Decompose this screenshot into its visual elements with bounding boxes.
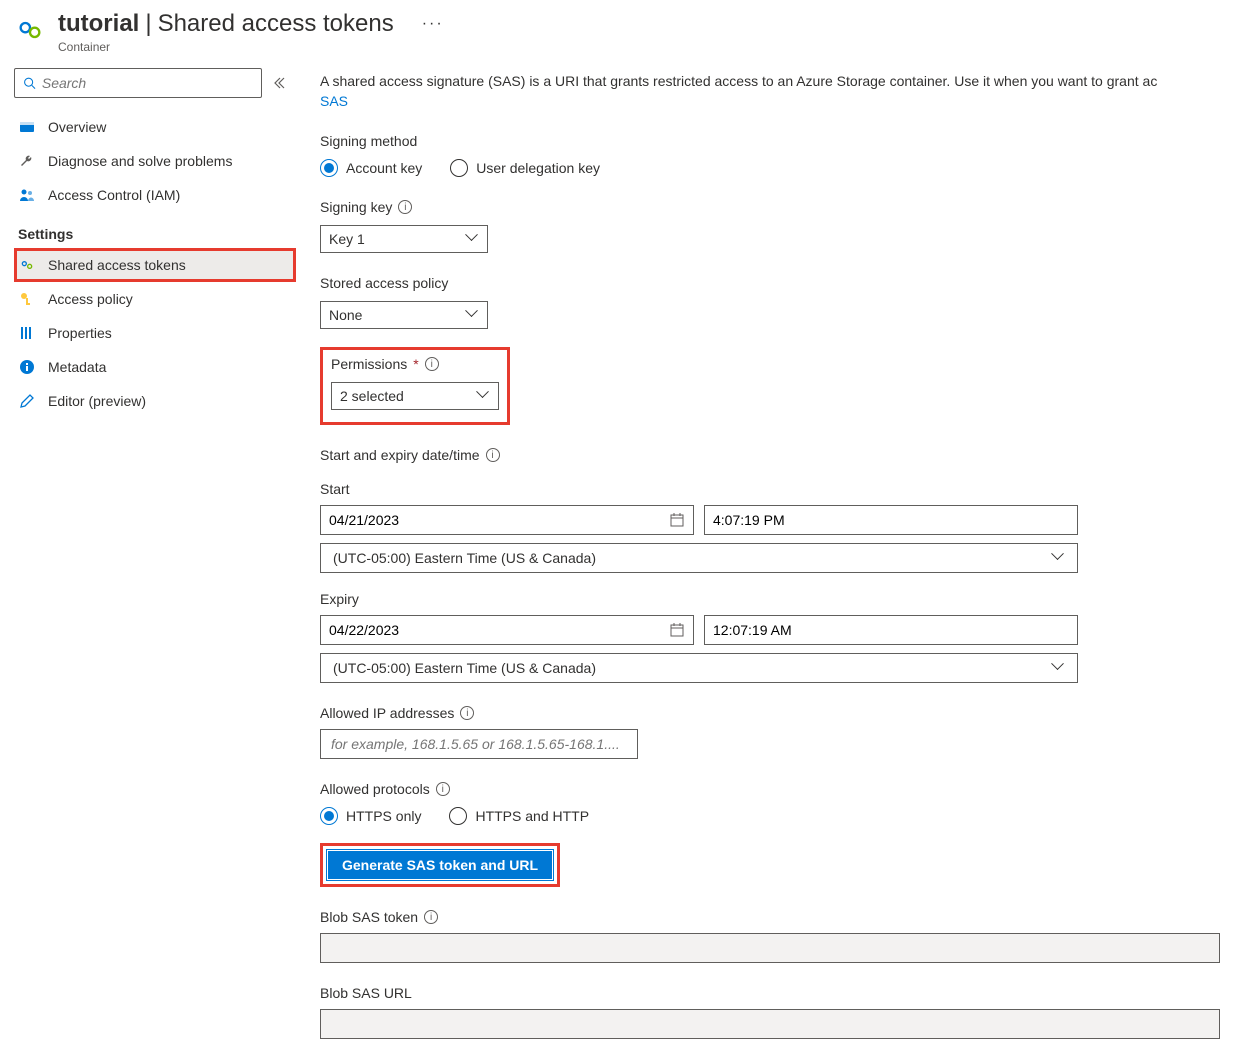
start-label: Start bbox=[320, 481, 1243, 497]
page-subtitle: Shared access tokens bbox=[158, 10, 394, 38]
blob-sas-token-label: Blob SAS token i bbox=[320, 909, 1243, 925]
radio-icon bbox=[320, 807, 338, 825]
allowed-ip-input[interactable] bbox=[331, 730, 627, 758]
radio-icon bbox=[450, 159, 468, 177]
info-icon[interactable]: i bbox=[486, 448, 500, 462]
generate-button-highlight: Generate SAS token and URL bbox=[320, 843, 560, 887]
sidebar: Overview Diagnose and solve problems Acc… bbox=[0, 54, 296, 1046]
start-date-input[interactable] bbox=[320, 505, 694, 535]
generate-sas-button[interactable]: Generate SAS token and URL bbox=[327, 850, 553, 880]
search-icon bbox=[23, 76, 36, 90]
page-header: tutorial | Shared access tokens ··· Cont… bbox=[0, 0, 1243, 54]
signing-key-label: Signing key i bbox=[320, 199, 1243, 215]
blob-sas-token-output bbox=[320, 933, 1220, 963]
expiry-timezone-select[interactable]: (UTC-05:00) Eastern Time (US & Canada) bbox=[320, 653, 1078, 683]
allowed-ip-input-wrap[interactable] bbox=[320, 729, 638, 759]
link-icon bbox=[18, 256, 36, 274]
radio-icon bbox=[449, 807, 467, 825]
info-icon[interactable]: i bbox=[425, 357, 439, 371]
chevron-down-icon bbox=[1053, 552, 1065, 564]
radio-icon bbox=[320, 159, 338, 177]
expiry-time-input[interactable] bbox=[704, 615, 1078, 645]
sidebar-item-label: Diagnose and solve problems bbox=[48, 153, 232, 169]
start-time-input[interactable] bbox=[704, 505, 1078, 535]
sidebar-section-settings: Settings bbox=[14, 212, 296, 248]
sas-link[interactable]: SAS bbox=[320, 93, 348, 109]
chevron-down-icon bbox=[478, 390, 490, 402]
info-icon[interactable]: i bbox=[398, 200, 412, 214]
expiry-date-input[interactable] bbox=[320, 615, 694, 645]
protocol-https-http[interactable]: HTTPS and HTTP bbox=[449, 807, 589, 825]
stored-policy-select[interactable]: None bbox=[320, 301, 488, 329]
info-icon[interactable]: i bbox=[436, 782, 450, 796]
sidebar-item-editor[interactable]: Editor (preview) bbox=[14, 384, 296, 418]
chevron-down-icon bbox=[1053, 662, 1065, 674]
intro-text: A shared access signature (SAS) is a URI… bbox=[320, 72, 1243, 111]
blob-sas-url-label: Blob SAS URL bbox=[320, 985, 1243, 1001]
info-icon[interactable]: i bbox=[424, 910, 438, 924]
search-input[interactable] bbox=[42, 75, 253, 91]
sidebar-item-label: Editor (preview) bbox=[48, 393, 146, 409]
sidebar-item-label: Metadata bbox=[48, 359, 106, 375]
info-icon bbox=[18, 358, 36, 376]
pencil-icon bbox=[18, 392, 36, 410]
calendar-icon bbox=[670, 512, 685, 528]
signing-method-label: Signing method bbox=[320, 133, 1243, 149]
expiry-label: Expiry bbox=[320, 591, 1243, 607]
info-icon[interactable]: i bbox=[460, 706, 474, 720]
container-icon bbox=[14, 14, 46, 46]
page-title: tutorial bbox=[58, 10, 139, 38]
protocol-https-only[interactable]: HTTPS only bbox=[320, 807, 421, 825]
sidebar-item-overview[interactable]: Overview bbox=[14, 110, 296, 144]
permissions-select[interactable]: 2 selected bbox=[331, 382, 499, 410]
collapse-sidebar-button[interactable] bbox=[270, 68, 288, 98]
sidebar-item-properties[interactable]: Properties bbox=[14, 316, 296, 350]
start-timezone-select[interactable]: (UTC-05:00) Eastern Time (US & Canada) bbox=[320, 543, 1078, 573]
chevron-down-icon bbox=[467, 233, 479, 245]
page-subtext: Container bbox=[58, 40, 444, 54]
wrench-icon bbox=[18, 152, 36, 170]
signing-method-account-key[interactable]: Account key bbox=[320, 159, 422, 177]
sidebar-item-diagnose[interactable]: Diagnose and solve problems bbox=[14, 144, 296, 178]
properties-icon bbox=[18, 324, 36, 342]
allowed-protocols-label: Allowed protocols i bbox=[320, 781, 1243, 797]
sidebar-item-label: Overview bbox=[48, 119, 106, 135]
permissions-highlight: Permissions * i 2 selected bbox=[320, 347, 510, 425]
signing-key-select[interactable]: Key 1 bbox=[320, 225, 488, 253]
sidebar-item-access-control[interactable]: Access Control (IAM) bbox=[14, 178, 296, 212]
sidebar-item-label: Properties bbox=[48, 325, 112, 341]
sidebar-item-access-policy[interactable]: Access policy bbox=[14, 282, 296, 316]
sidebar-item-shared-access-tokens[interactable]: Shared access tokens bbox=[14, 248, 296, 282]
search-box[interactable] bbox=[14, 68, 262, 98]
sidebar-item-label: Access policy bbox=[48, 291, 133, 307]
key-icon bbox=[18, 290, 36, 308]
allowed-ip-label: Allowed IP addresses i bbox=[320, 705, 1243, 721]
calendar-icon bbox=[670, 622, 685, 638]
signing-method-user-delegation[interactable]: User delegation key bbox=[450, 159, 600, 177]
sidebar-item-metadata[interactable]: Metadata bbox=[14, 350, 296, 384]
chevron-down-icon bbox=[467, 309, 479, 321]
main-content: A shared access signature (SAS) is a URI… bbox=[296, 54, 1243, 1046]
datetime-section-label: Start and expiry date/time i bbox=[320, 447, 1243, 463]
permissions-label: Permissions * i bbox=[331, 356, 499, 372]
people-icon bbox=[18, 186, 36, 204]
overview-icon bbox=[18, 118, 36, 136]
sidebar-item-label: Shared access tokens bbox=[48, 257, 186, 273]
sidebar-item-label: Access Control (IAM) bbox=[48, 187, 180, 203]
stored-policy-label: Stored access policy bbox=[320, 275, 1243, 291]
blob-sas-url-output bbox=[320, 1009, 1220, 1039]
more-button[interactable]: ··· bbox=[422, 15, 444, 33]
